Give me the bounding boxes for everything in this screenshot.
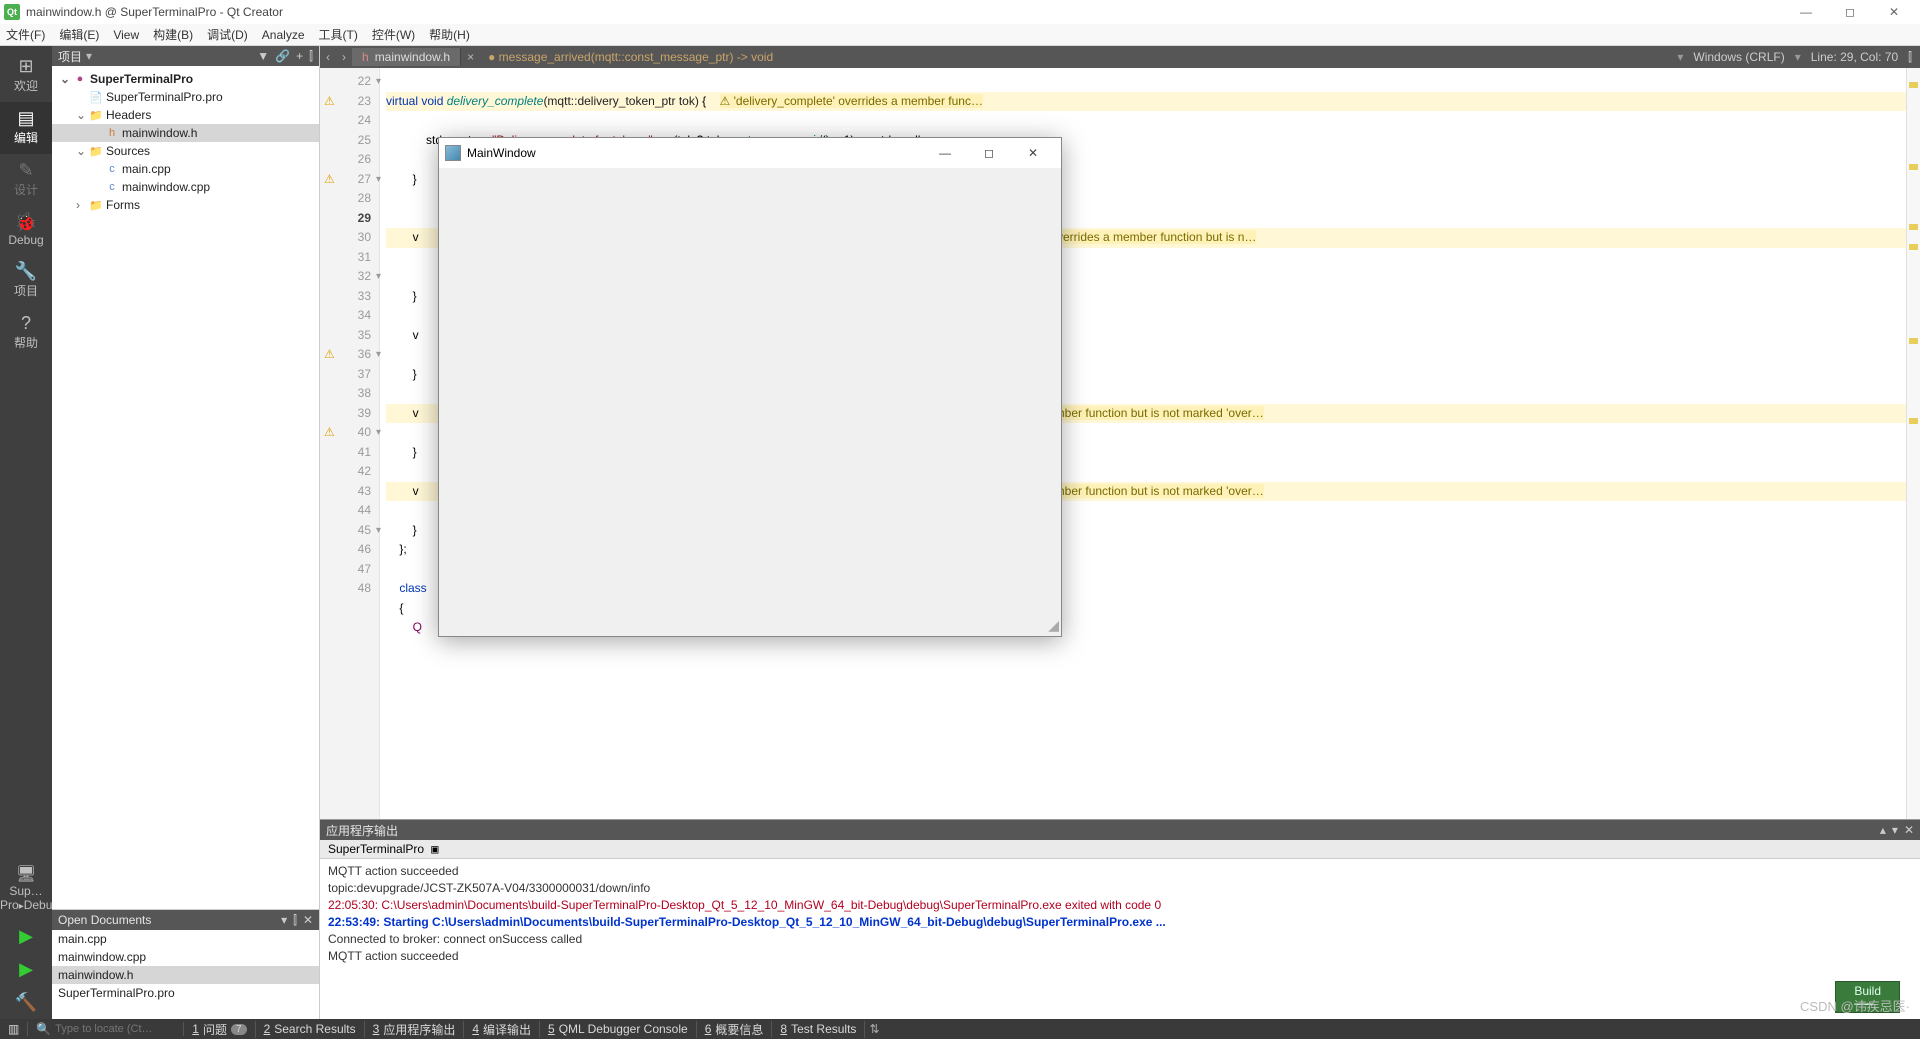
output-title: 应用程序输出 [326, 822, 398, 839]
mode-bar: ⊞欢迎 ▤编辑 ✎设计 🐞Debug 🔧项目 ?帮助 🖥Sup…Pro▸Debu… [0, 46, 52, 1019]
window-minimize-button[interactable]: — [1784, 0, 1828, 24]
tab-close-icon[interactable]: × [461, 50, 480, 64]
status-tab[interactable]: 5 QML Debugger Console [540, 1021, 697, 1038]
run-window[interactable]: MainWindow — ◻ ✕ ◢ [438, 137, 1062, 637]
resize-grip-icon[interactable]: ◢ [1048, 617, 1059, 634]
status-tab[interactable]: 2 Search Results [256, 1021, 365, 1038]
mode-debug[interactable]: 🐞Debug [0, 206, 52, 255]
menubar: 文件(F) 编辑(E) View 构建(B) 调试(D) Analyze 工具(… [0, 24, 1920, 46]
menu-build[interactable]: 构建(B) [153, 26, 193, 43]
link-icon[interactable]: 🔗 [275, 49, 290, 64]
status-tab[interactable]: 4 编译输出 [464, 1021, 540, 1038]
add-icon[interactable]: + [296, 49, 303, 64]
menu-help[interactable]: 帮助(H) [429, 26, 470, 43]
child-maximize-button[interactable]: ◻ [967, 146, 1011, 160]
child-window-title: MainWindow [467, 146, 536, 160]
open-doc-item[interactable]: main.cpp [52, 930, 319, 948]
search-icon: 🔍 [36, 1022, 51, 1036]
mode-design[interactable]: ✎设计 [0, 154, 52, 206]
status-tab[interactable]: 1 问题 7 [184, 1021, 255, 1038]
menu-widgets[interactable]: 控件(W) [372, 26, 415, 43]
tree-item[interactable]: cmainwindow.cpp [52, 178, 319, 196]
close-icon[interactable]: ✕ [303, 913, 313, 928]
statusbar: ▥ 🔍 1 问题 72 Search Results3 应用程序输出4 编译输出… [0, 1019, 1920, 1039]
run-debug-button[interactable]: ▶ [19, 953, 33, 986]
nav-back-icon[interactable]: ‹ [320, 50, 336, 64]
build-badge[interactable]: Build━━━━ [1835, 981, 1900, 1013]
split-icon[interactable]: ⫿ [293, 913, 297, 928]
open-doc-item[interactable]: mainwindow.cpp [52, 948, 319, 966]
mode-projects[interactable]: 🔧项目 [0, 255, 52, 307]
open-doc-item[interactable]: SuperTerminalPro.pro [52, 984, 319, 1002]
cursor-position: Line: 29, Col: 70 [1811, 50, 1898, 65]
tree-item[interactable]: ›📁Forms [52, 196, 319, 214]
child-minimize-button[interactable]: — [923, 146, 967, 160]
split-editor-icon[interactable]: ⫿ [1908, 50, 1912, 65]
run-button[interactable]: ▶ [19, 920, 33, 953]
open-docs-header: Open Documents ▾ ⫿ ✕ [52, 910, 319, 930]
mode-welcome[interactable]: ⊞欢迎 [0, 50, 52, 102]
mode-edit[interactable]: ▤编辑 [0, 102, 52, 154]
window-close-button[interactable]: ✕ [1872, 0, 1916, 24]
menu-tools[interactable]: 工具(T) [319, 26, 358, 43]
sidebar-toggle-icon[interactable]: ▥ [0, 1022, 28, 1036]
menu-file[interactable]: 文件(F) [6, 26, 45, 43]
output-pane: 应用程序输出 ▴ ▾ ✕ SuperTerminalPro ▣ MQTT act… [320, 819, 1920, 1019]
editor-tab[interactable]: h mainwindow.h [352, 48, 461, 66]
minimap[interactable] [1906, 68, 1920, 819]
project-tree[interactable]: ⌄●SuperTerminalPro📄SuperTerminalPro.pro⌄… [52, 66, 319, 909]
status-tab[interactable]: 3 应用程序输出 [365, 1021, 465, 1038]
window-title: mainwindow.h @ SuperTerminalPro - Qt Cre… [26, 5, 283, 19]
locator-input[interactable] [55, 1023, 175, 1035]
more-icon[interactable]: ⇅ [869, 1022, 879, 1036]
output-body[interactable]: MQTT action succeededtopic:devupgrade/JC… [320, 859, 1920, 1019]
document-tabbar: ‹ › h mainwindow.h × ● message_arrived(m… [320, 46, 1920, 68]
menu-view[interactable]: View [113, 28, 139, 42]
split-icon[interactable]: ⫿ [309, 49, 313, 64]
chevron-down-icon[interactable]: ▾ [86, 49, 92, 63]
tree-item[interactable]: ⌄📁Sources [52, 142, 319, 160]
output-close-icon[interactable]: ✕ [1904, 823, 1914, 837]
tree-item[interactable]: 📄SuperTerminalPro.pro [52, 88, 319, 106]
header-file-icon: h [362, 50, 369, 64]
qtcreator-icon: Qt [4, 4, 20, 20]
chevron-down-icon[interactable]: ▾ [281, 913, 287, 928]
output-up-icon[interactable]: ▴ [1880, 823, 1886, 837]
window-maximize-button[interactable]: ◻ [1828, 0, 1872, 24]
child-close-button[interactable]: ✕ [1011, 146, 1055, 160]
status-tab[interactable]: 6 概要信息 [697, 1021, 773, 1038]
open-doc-item[interactable]: mainwindow.h [52, 966, 319, 984]
status-tab[interactable]: 8 Test Results [772, 1021, 865, 1038]
mode-help[interactable]: ?帮助 [0, 307, 52, 359]
line-gutter[interactable]: ▾22⚠23242526⚠▾2728293031▾32333435⚠▾36373… [320, 68, 380, 819]
app-titlebar: Qt mainwindow.h @ SuperTerminalPro - Qt … [0, 0, 1920, 24]
menu-edit[interactable]: 编辑(E) [59, 26, 99, 43]
output-down-icon[interactable]: ▾ [1892, 823, 1898, 837]
tree-item[interactable]: ⌄●SuperTerminalPro [52, 70, 319, 88]
tree-item[interactable]: ⌄📁Headers [52, 106, 319, 124]
build-button[interactable]: 🔨 [15, 986, 37, 1019]
tree-item[interactable]: cmain.cpp [52, 160, 319, 178]
output-tab[interactable]: SuperTerminalPro ▣ [320, 840, 1920, 859]
nav-fwd-icon[interactable]: › [336, 50, 352, 64]
filter-icon[interactable]: ▼ [257, 49, 269, 64]
symbol-crumb[interactable]: ● message_arrived(mqtt::const_message_pt… [480, 50, 781, 64]
app-icon [445, 145, 461, 161]
menu-analyze[interactable]: Analyze [262, 28, 305, 42]
menu-debug[interactable]: 调试(D) [207, 26, 248, 43]
project-pane-header: 项目 ▾ ▼ 🔗 + ⫿ [52, 46, 319, 66]
open-docs-list[interactable]: main.cppmainwindow.cppmainwindow.hSuperT… [52, 930, 319, 1019]
tree-item[interactable]: hmainwindow.h [52, 124, 319, 142]
kit-selector[interactable]: 🖥Sup…Pro▸Debug [0, 858, 52, 920]
locator[interactable]: 🔍 [28, 1022, 184, 1036]
encoding-indicator[interactable]: Windows (CRLF) [1693, 50, 1784, 65]
